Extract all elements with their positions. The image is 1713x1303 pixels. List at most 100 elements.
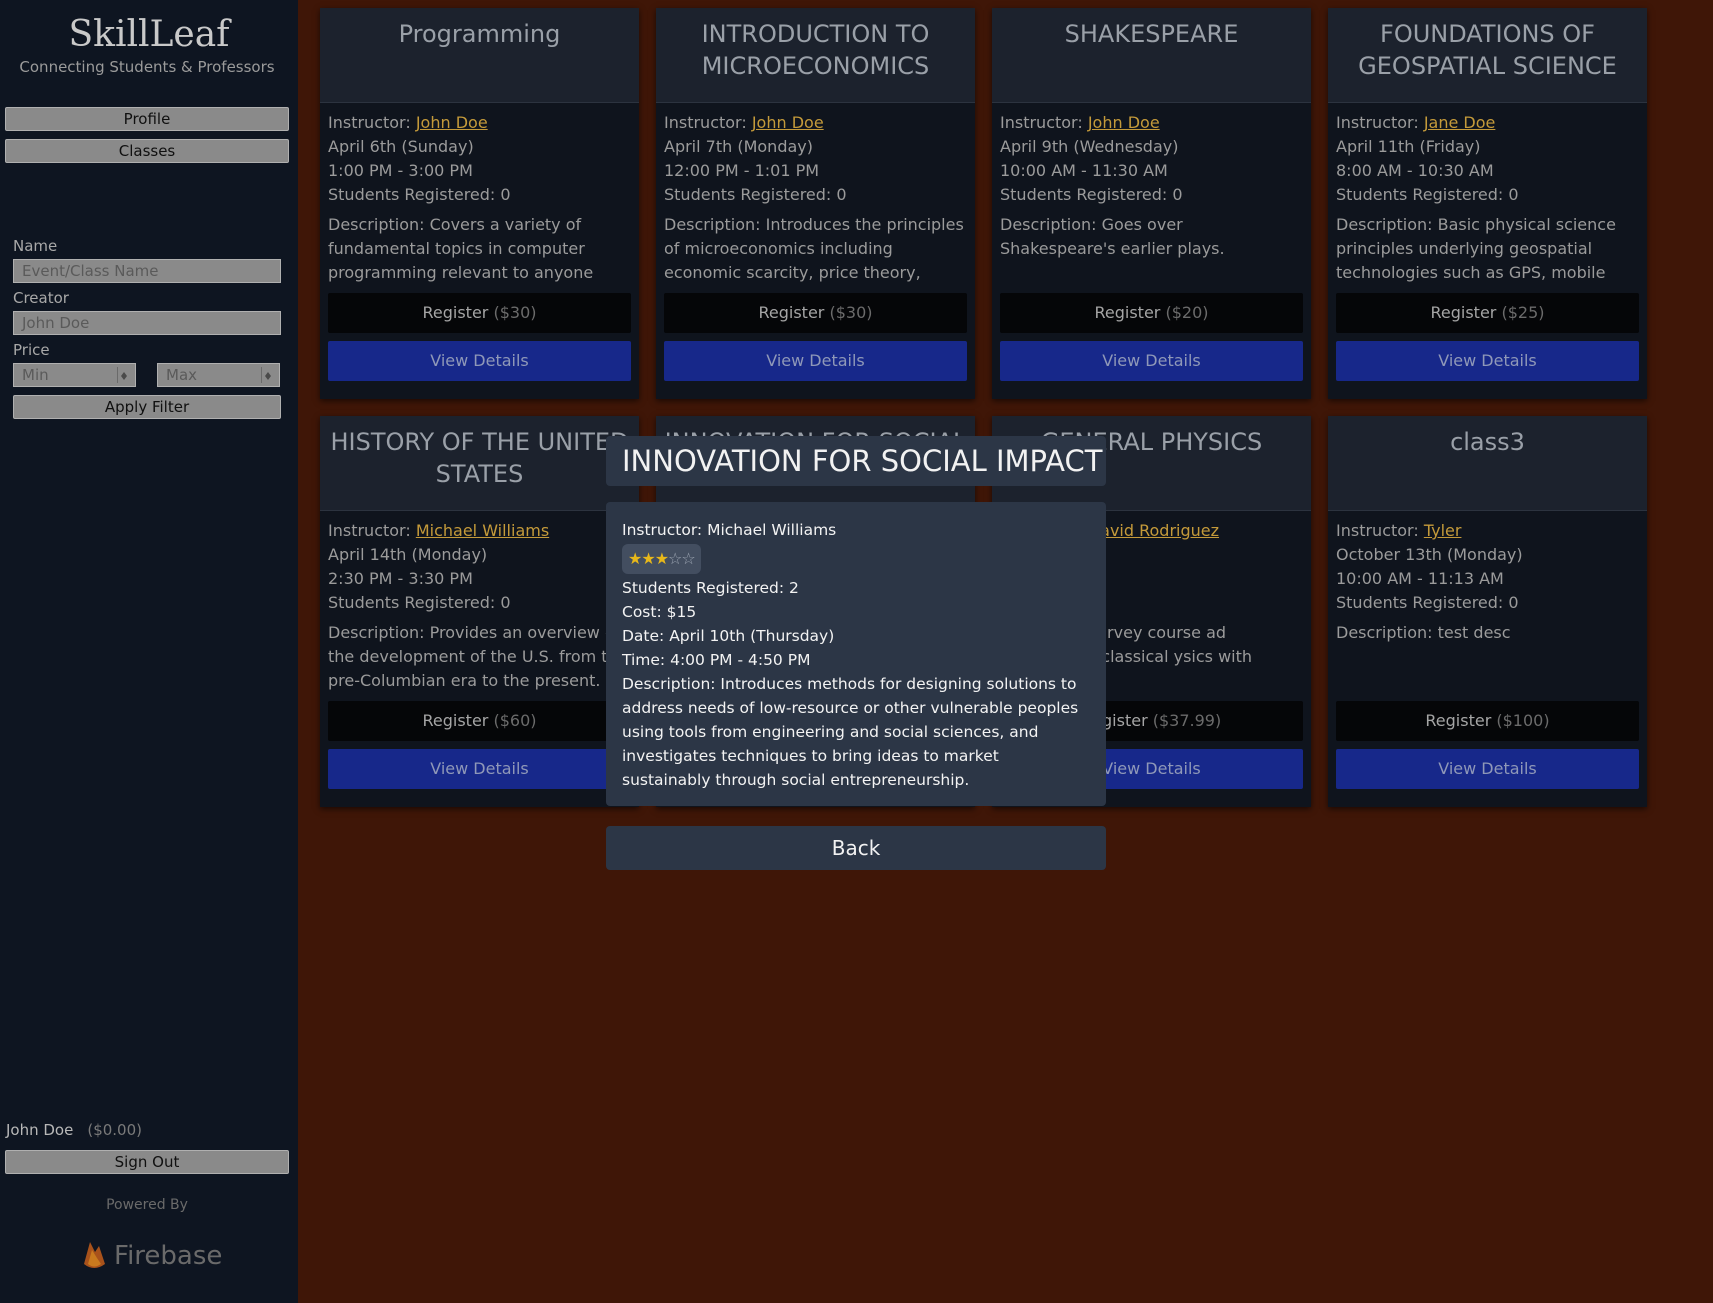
star-filled-icon: ★ bbox=[628, 549, 642, 568]
register-label: Register bbox=[422, 303, 489, 322]
instructor-link[interactable]: Michael Williams bbox=[416, 521, 549, 540]
instructor-link[interactable]: Jane Doe bbox=[1424, 113, 1496, 132]
card-description: Description: Goes over Shakespeare's ear… bbox=[1000, 215, 1225, 258]
firebase-logo: Firebase bbox=[80, 1238, 222, 1274]
card-registered: Students Registered: 0 bbox=[664, 185, 847, 204]
card-description: Description: Provides an overview of the… bbox=[328, 623, 628, 690]
instructor-label: Instructor: bbox=[1336, 113, 1419, 132]
app-logo: SkillLeaf bbox=[68, 14, 230, 55]
register-label: Register bbox=[758, 303, 825, 322]
card-date: April 7th (Monday) bbox=[664, 137, 813, 156]
spinner-icon[interactable] bbox=[261, 367, 273, 383]
instructor-link[interactable]: John Doe bbox=[416, 113, 488, 132]
class-details-modal: Instructor: Michael Williams ★★★☆☆ Stude… bbox=[606, 502, 1106, 806]
card-title: Programming bbox=[320, 8, 639, 103]
modal-title: INNOVATION FOR SOCIAL IMPACT bbox=[606, 436, 1106, 486]
instructor-label: Instructor: bbox=[1000, 113, 1083, 132]
classes-button[interactable]: Classes bbox=[5, 139, 289, 163]
user-name: John Doe bbox=[6, 1121, 74, 1139]
card-date: April 6th (Sunday) bbox=[328, 137, 474, 156]
instructor-label: Instructor: bbox=[328, 113, 411, 132]
register-label: Register bbox=[422, 711, 489, 730]
card-description: Description: Covers a variety of fundame… bbox=[328, 215, 594, 282]
register-button[interactable]: Register ($100) bbox=[1336, 701, 1639, 741]
instructor-link[interactable]: Tyler bbox=[1424, 521, 1462, 540]
class-card: FOUNDATIONS OF GEOSPATIAL SCIENCE Instru… bbox=[1328, 8, 1647, 399]
modal-instructor: Instructor: Michael Williams bbox=[622, 521, 837, 539]
instructor-link[interactable]: John Doe bbox=[1088, 113, 1160, 132]
card-body: Instructor: John Doe April 9th (Wednesda… bbox=[992, 103, 1311, 391]
card-title: INTRODUCTION TO MICROECONOMICS bbox=[656, 8, 975, 103]
card-time: 12:00 PM - 1:01 PM bbox=[664, 161, 820, 180]
card-registered: Students Registered: 0 bbox=[328, 593, 511, 612]
view-details-button[interactable]: View Details bbox=[1336, 341, 1639, 381]
card-description: Description: test desc bbox=[1336, 623, 1511, 642]
card-body: Instructor: John Doe April 7th (Monday) … bbox=[656, 103, 975, 391]
card-date: April 11th (Friday) bbox=[1336, 137, 1481, 156]
card-date: April 14th (Monday) bbox=[328, 545, 488, 564]
instructor-link[interactable]: John Doe bbox=[752, 113, 824, 132]
register-label: Register bbox=[1430, 303, 1497, 322]
back-button[interactable]: Back bbox=[606, 826, 1106, 870]
card-instructor-row: Instructor: Michael Williams bbox=[328, 519, 631, 543]
class-card: SHAKESPEARE Instructor: John Doe April 9… bbox=[992, 8, 1311, 399]
name-filter-input[interactable]: Event/Class Name bbox=[13, 259, 281, 283]
card-time: 10:00 AM - 11:30 AM bbox=[1000, 161, 1168, 180]
view-details-button[interactable]: View Details bbox=[664, 341, 967, 381]
profile-button[interactable]: Profile bbox=[5, 107, 289, 131]
instructor-label: Instructor: bbox=[1336, 521, 1419, 540]
register-price: ($60) bbox=[493, 711, 537, 730]
sign-out-button[interactable]: Sign Out bbox=[5, 1150, 289, 1174]
star-empty-icon: ☆ bbox=[668, 549, 682, 568]
price-max-input[interactable]: Max bbox=[157, 363, 280, 387]
card-registered: Students Registered: 0 bbox=[1336, 185, 1519, 204]
spinner-icon[interactable] bbox=[117, 367, 129, 383]
modal-time: Time: 4:00 PM - 4:50 PM bbox=[622, 651, 811, 669]
register-label: Register bbox=[1425, 711, 1492, 730]
register-price: ($20) bbox=[1165, 303, 1209, 322]
app-tagline: Connecting Students & Professors bbox=[19, 58, 275, 76]
card-instructor-row: Instructor: John Doe bbox=[1000, 111, 1303, 135]
card-body: Instructor: Jane Doe April 11th (Friday)… bbox=[1328, 103, 1647, 391]
price-max-placeholder: Max bbox=[166, 366, 198, 384]
card-title: FOUNDATIONS OF GEOSPATIAL SCIENCE bbox=[1328, 8, 1647, 103]
modal-date: Date: April 10th (Thursday) bbox=[622, 627, 835, 645]
card-registered: Students Registered: 0 bbox=[1336, 593, 1519, 612]
sidebar: SkillLeaf Connecting Students & Professo… bbox=[0, 0, 298, 1303]
powered-by-label: Powered By bbox=[106, 1197, 188, 1213]
apply-filter-button[interactable]: Apply Filter bbox=[13, 395, 281, 419]
card-description: Description: Introduces the principles o… bbox=[664, 215, 964, 282]
class-card: class3 Instructor: Tyler October 13th (M… bbox=[1328, 416, 1647, 807]
card-time: 1:00 PM - 3:00 PM bbox=[328, 161, 473, 180]
register-button[interactable]: Register ($20) bbox=[1000, 293, 1303, 333]
card-body: Instructor: Michael Williams April 14th … bbox=[320, 511, 639, 799]
view-details-button[interactable]: View Details bbox=[1000, 341, 1303, 381]
card-date: April 9th (Wednesday) bbox=[1000, 137, 1179, 156]
view-details-button[interactable]: View Details bbox=[1336, 749, 1639, 789]
creator-filter-input[interactable]: John Doe bbox=[13, 311, 281, 335]
register-button[interactable]: Register ($25) bbox=[1336, 293, 1639, 333]
register-price: ($37.99) bbox=[1152, 711, 1222, 730]
instructor-label: Instructor: bbox=[328, 521, 411, 540]
register-price: ($25) bbox=[1501, 303, 1545, 322]
register-price: ($30) bbox=[493, 303, 537, 322]
register-button[interactable]: Register ($30) bbox=[328, 293, 631, 333]
card-time: 2:30 PM - 3:30 PM bbox=[328, 569, 473, 588]
view-details-button[interactable]: View Details bbox=[328, 749, 631, 789]
register-price: ($100) bbox=[1496, 711, 1550, 730]
instructor-link[interactable]: David Rodriguez bbox=[1088, 521, 1219, 540]
card-title: class3 bbox=[1328, 416, 1647, 511]
card-body: Instructor: Tyler October 13th (Monday) … bbox=[1328, 511, 1647, 799]
card-instructor-row: Instructor: John Doe bbox=[328, 111, 631, 135]
name-filter-label: Name bbox=[13, 237, 58, 255]
user-balance: ($0.00) bbox=[87, 1121, 142, 1139]
card-date: October 13th (Monday) bbox=[1336, 545, 1523, 564]
view-details-button[interactable]: View Details bbox=[328, 341, 631, 381]
register-button[interactable]: Register ($60) bbox=[328, 701, 631, 741]
card-title: HISTORY OF THE UNITED STATES bbox=[320, 416, 639, 511]
register-button[interactable]: Register ($30) bbox=[664, 293, 967, 333]
price-min-input[interactable]: Min bbox=[13, 363, 136, 387]
modal-description: Description: Introduces methods for desi… bbox=[622, 675, 1079, 789]
card-instructor-row: Instructor: Jane Doe bbox=[1336, 111, 1639, 135]
instructor-label: Instructor: bbox=[664, 113, 747, 132]
